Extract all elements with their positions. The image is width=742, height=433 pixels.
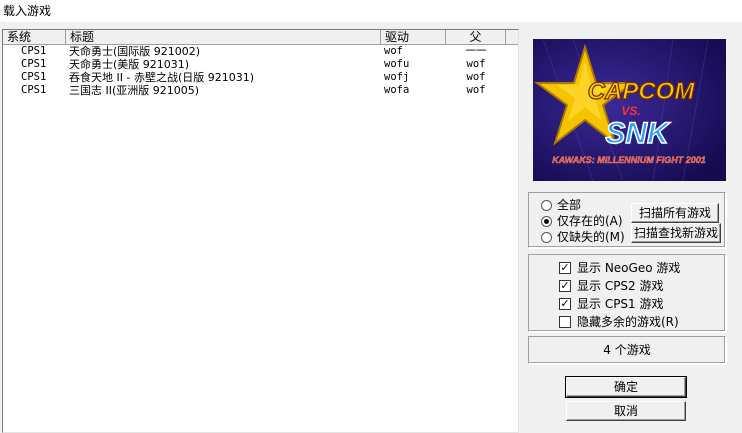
empty-checkbox[interactable] xyxy=(559,316,571,328)
column-header-system[interactable]: 系统 xyxy=(3,30,66,45)
row-driver: wofa xyxy=(384,84,410,96)
logo-subtitle-text: KAWAKS: MILLENNIUM FIGHT 2001 xyxy=(552,155,706,165)
list-rows: CPS1 天命勇士(国际版 921002) wof 一一 CPS1 天命勇士(美… xyxy=(3,45,518,97)
window-title: 载入游戏 xyxy=(0,0,742,22)
row-driver: wofj xyxy=(384,71,410,83)
checkbox-cps2-label: 显示 CPS2 游戏 xyxy=(577,279,664,293)
column-header-parent[interactable]: 父 xyxy=(446,30,506,45)
game-preview-image: CAPCOM VS. SNK KAWAKS: MILLENNIUM FIGHT … xyxy=(533,39,726,181)
radio-all[interactable]: 全部 xyxy=(541,197,581,213)
row-driver: wofu xyxy=(384,58,410,70)
row-parent: wof xyxy=(466,58,486,70)
checkmark-icon[interactable]: ✓ xyxy=(559,280,571,292)
radio-all-label: 全部 xyxy=(557,198,582,212)
radio-button[interactable] xyxy=(541,231,552,243)
cancel-button[interactable]: 取消 xyxy=(566,401,686,421)
scan-all-games-button[interactable]: 扫描所有游戏 xyxy=(631,203,719,223)
column-header-title[interactable]: 标题 xyxy=(66,30,381,45)
checkmark-icon[interactable]: ✓ xyxy=(559,262,571,274)
column-header-driver[interactable]: 驱动 xyxy=(381,30,446,45)
radio-missing-label: 仅缺失的(M) xyxy=(557,230,625,244)
radio-available-label: 仅存在的(A) xyxy=(557,214,623,228)
row-title: 三国志 II(亚洲版 921005) xyxy=(69,84,200,97)
row-system: CPS1 xyxy=(21,58,47,70)
checkbox-show-cps1[interactable]: ✓ 显示 CPS1 游戏 xyxy=(559,296,664,312)
row-system: CPS1 xyxy=(21,71,47,83)
checkbox-hide-extra-label: 隐藏多余的游戏(R) xyxy=(577,315,679,329)
capcom-vs-snk-logo: CAPCOM VS. SNK KAWAKS: MILLENNIUM FIGHT … xyxy=(533,39,726,181)
table-row[interactable]: CPS1 天命勇士(美版 921031) wofu wof xyxy=(3,58,518,71)
filter-group: 全部 仅存在的(A) 仅缺失的(M) 扫描所有游戏 扫描查找新游戏 xyxy=(528,192,726,248)
game-count-box: 4 个游戏 xyxy=(528,336,726,364)
row-system: CPS1 xyxy=(21,84,47,96)
row-title: 吞食天地 II - 赤壁之战(日版 921031) xyxy=(69,71,255,84)
radio-available-only[interactable]: 仅存在的(A) xyxy=(541,213,623,229)
table-row[interactable]: CPS1 天命勇士(国际版 921002) wof 一一 xyxy=(3,45,518,58)
table-row[interactable]: CPS1 吞食天地 II - 赤壁之战(日版 921031) wofj wof xyxy=(3,71,518,84)
checkbox-show-cps2[interactable]: ✓ 显示 CPS2 游戏 xyxy=(559,278,664,294)
checkbox-cps1-label: 显示 CPS1 游戏 xyxy=(577,297,664,311)
ok-button[interactable]: 确定 xyxy=(565,376,687,398)
row-parent: 一一 xyxy=(465,45,487,57)
radio-button[interactable] xyxy=(541,199,552,211)
list-header: 系统 标题 驱动 父 xyxy=(3,30,518,45)
game-list[interactable]: 系统 标题 驱动 父 CPS1 天命勇士(国际版 921002) wof 一一 … xyxy=(2,29,519,433)
row-title: 天命勇士(国际版 921002) xyxy=(69,45,201,58)
logo-capcom-text: CAPCOM xyxy=(588,78,696,105)
row-driver: wof xyxy=(384,45,403,57)
row-parent: wof xyxy=(466,71,486,83)
radio-button-checked[interactable] xyxy=(541,215,552,227)
display-options-group: ✓ 显示 NeoGeo 游戏 ✓ 显示 CPS2 游戏 ✓ 显示 CPS1 游戏… xyxy=(528,254,726,332)
scan-new-games-button[interactable]: 扫描查找新游戏 xyxy=(631,223,721,243)
row-system: CPS1 xyxy=(21,45,47,57)
radio-missing-only[interactable]: 仅缺失的(M) xyxy=(541,229,625,245)
table-row[interactable]: CPS1 三国志 II(亚洲版 921005) wofa wof xyxy=(3,84,518,97)
checkbox-hide-extra[interactable]: 隐藏多余的游戏(R) xyxy=(559,314,679,330)
logo-snk-text: SNK xyxy=(605,117,671,150)
row-title: 天命勇士(美版 921031) xyxy=(69,58,190,71)
checkbox-neogeo-label: 显示 NeoGeo 游戏 xyxy=(577,261,681,275)
row-parent: wof xyxy=(466,84,486,96)
checkmark-icon[interactable]: ✓ xyxy=(559,298,571,310)
logo-vs-text: VS. xyxy=(621,104,640,118)
checkbox-show-neogeo[interactable]: ✓ 显示 NeoGeo 游戏 xyxy=(559,260,680,276)
game-count-text: 4 个游戏 xyxy=(603,343,651,357)
